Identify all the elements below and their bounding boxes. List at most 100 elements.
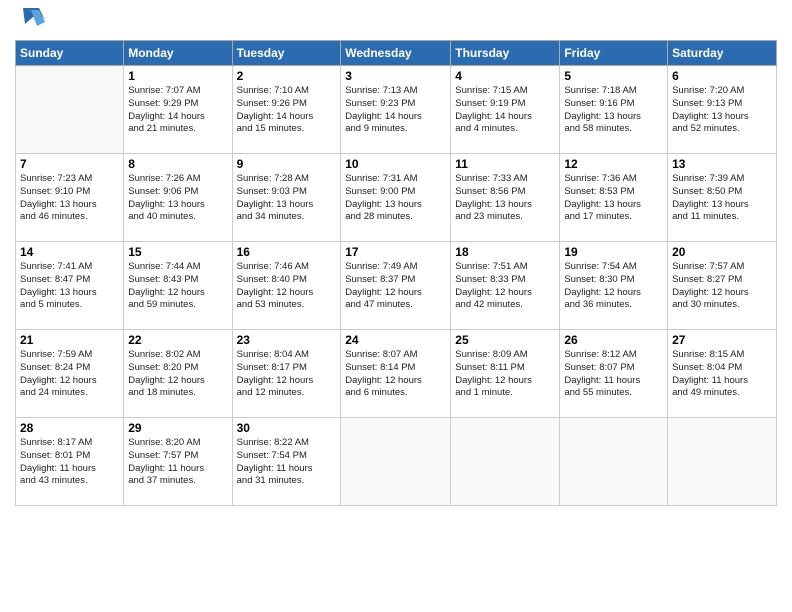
day-number: 11	[455, 157, 555, 171]
day-number: 18	[455, 245, 555, 259]
week-row-2: 7 Sunrise: 7:23 AM Sunset: 9:10 PM Daylig…	[16, 154, 777, 242]
day-info: Sunrise: 8:20 AM Sunset: 7:57 PM Dayligh…	[128, 437, 227, 488]
day-info: Sunrise: 8:15 AM Sunset: 8:04 PM Dayligh…	[672, 349, 772, 400]
day-cell: 22 Sunrise: 8:02 AM Sunset: 8:20 PM Dayli…	[124, 330, 232, 418]
week-row-4: 21 Sunrise: 7:59 AM Sunset: 8:24 PM Dayli…	[16, 330, 777, 418]
day-cell: 7 Sunrise: 7:23 AM Sunset: 9:10 PM Daylig…	[16, 154, 124, 242]
page-header	[15, 10, 777, 32]
day-number: 27	[672, 333, 772, 347]
calendar-header-row: SundayMondayTuesdayWednesdayThursdayFrid…	[16, 41, 777, 66]
day-info: Sunrise: 7:54 AM Sunset: 8:30 PM Dayligh…	[564, 261, 663, 312]
day-number: 21	[20, 333, 119, 347]
day-cell: 8 Sunrise: 7:26 AM Sunset: 9:06 PM Daylig…	[124, 154, 232, 242]
day-cell: 25Sunrise: 8:09 AM Sunset: 8:11 PM Dayli…	[451, 330, 560, 418]
day-info: Sunrise: 7:31 AM Sunset: 9:00 PM Dayligh…	[345, 173, 446, 224]
day-number: 29	[128, 421, 227, 435]
day-cell: 2 Sunrise: 7:10 AM Sunset: 9:26 PM Daylig…	[232, 66, 341, 154]
day-header-thursday: Thursday	[451, 41, 560, 66]
day-cell	[668, 418, 777, 506]
day-info: Sunrise: 7:13 AM Sunset: 9:23 PM Dayligh…	[345, 85, 446, 136]
day-number: 13	[672, 157, 772, 171]
day-info: Sunrise: 7:33 AM Sunset: 8:56 PM Dayligh…	[455, 173, 555, 224]
day-number: 24	[345, 333, 446, 347]
day-info: Sunrise: 7:18 AM Sunset: 9:16 PM Dayligh…	[564, 85, 663, 136]
day-number: 9	[237, 157, 337, 171]
day-cell: 28 Sunrise: 8:17 AM Sunset: 8:01 PM Dayli…	[16, 418, 124, 506]
day-header-saturday: Saturday	[668, 41, 777, 66]
day-number: 4	[455, 69, 555, 83]
day-cell: 21 Sunrise: 7:59 AM Sunset: 8:24 PM Dayli…	[16, 330, 124, 418]
day-cell: 9Sunrise: 7:28 AM Sunset: 9:03 PM Daylig…	[232, 154, 341, 242]
day-info: Sunrise: 7:41 AM Sunset: 8:47 PM Dayligh…	[20, 261, 119, 312]
day-cell: 15 Sunrise: 7:44 AM Sunset: 8:43 PM Dayli…	[124, 242, 232, 330]
day-number: 7	[20, 157, 119, 171]
day-cell	[560, 418, 668, 506]
day-number: 1	[128, 69, 227, 83]
day-info: Sunrise: 7:23 AM Sunset: 9:10 PM Dayligh…	[20, 173, 119, 224]
day-info: Sunrise: 8:17 AM Sunset: 8:01 PM Dayligh…	[20, 437, 119, 488]
day-header-friday: Friday	[560, 41, 668, 66]
day-cell: 19 Sunrise: 7:54 AM Sunset: 8:30 PM Dayli…	[560, 242, 668, 330]
day-cell: 20Sunrise: 7:57 AM Sunset: 8:27 PM Dayli…	[668, 242, 777, 330]
day-header-tuesday: Tuesday	[232, 41, 341, 66]
day-number: 23	[237, 333, 337, 347]
calendar: SundayMondayTuesdayWednesdayThursdayFrid…	[15, 40, 777, 506]
day-info: Sunrise: 7:10 AM Sunset: 9:26 PM Dayligh…	[237, 85, 337, 136]
day-cell	[341, 418, 451, 506]
day-number: 5	[564, 69, 663, 83]
day-info: Sunrise: 7:20 AM Sunset: 9:13 PM Dayligh…	[672, 85, 772, 136]
day-cell: 27 Sunrise: 8:15 AM Sunset: 8:04 PM Dayli…	[668, 330, 777, 418]
day-cell: 13 Sunrise: 7:39 AM Sunset: 8:50 PM Dayli…	[668, 154, 777, 242]
day-info: Sunrise: 8:02 AM Sunset: 8:20 PM Dayligh…	[128, 349, 227, 400]
day-number: 16	[237, 245, 337, 259]
day-info: Sunrise: 8:22 AM Sunset: 7:54 PM Dayligh…	[237, 437, 337, 488]
day-cell: 26 Sunrise: 8:12 AM Sunset: 8:07 PM Dayli…	[560, 330, 668, 418]
day-info: Sunrise: 7:44 AM Sunset: 8:43 PM Dayligh…	[128, 261, 227, 312]
day-number: 19	[564, 245, 663, 259]
logo	[15, 10, 47, 32]
day-info: Sunrise: 8:12 AM Sunset: 8:07 PM Dayligh…	[564, 349, 663, 400]
day-number: 17	[345, 245, 446, 259]
day-cell: 16 Sunrise: 7:46 AM Sunset: 8:40 PM Dayli…	[232, 242, 341, 330]
week-row-5: 28 Sunrise: 8:17 AM Sunset: 8:01 PM Dayli…	[16, 418, 777, 506]
day-number: 22	[128, 333, 227, 347]
day-cell: 12Sunrise: 7:36 AM Sunset: 8:53 PM Dayli…	[560, 154, 668, 242]
day-cell	[451, 418, 560, 506]
day-info: Sunrise: 8:04 AM Sunset: 8:17 PM Dayligh…	[237, 349, 337, 400]
day-cell: 10 Sunrise: 7:31 AM Sunset: 9:00 PM Dayli…	[341, 154, 451, 242]
day-info: Sunrise: 7:26 AM Sunset: 9:06 PM Dayligh…	[128, 173, 227, 224]
day-number: 3	[345, 69, 446, 83]
day-info: Sunrise: 7:15 AM Sunset: 9:19 PM Dayligh…	[455, 85, 555, 136]
day-cell	[16, 66, 124, 154]
day-cell: 30 Sunrise: 8:22 AM Sunset: 7:54 PM Dayli…	[232, 418, 341, 506]
day-number: 6	[672, 69, 772, 83]
day-header-sunday: Sunday	[16, 41, 124, 66]
day-number: 2	[237, 69, 337, 83]
week-row-1: 1Sunrise: 7:07 AM Sunset: 9:29 PM Daylig…	[16, 66, 777, 154]
day-number: 25	[455, 333, 555, 347]
day-number: 8	[128, 157, 227, 171]
day-number: 15	[128, 245, 227, 259]
day-cell: 14Sunrise: 7:41 AM Sunset: 8:47 PM Dayli…	[16, 242, 124, 330]
day-number: 30	[237, 421, 337, 435]
day-cell: 1Sunrise: 7:07 AM Sunset: 9:29 PM Daylig…	[124, 66, 232, 154]
day-info: Sunrise: 7:59 AM Sunset: 8:24 PM Dayligh…	[20, 349, 119, 400]
day-number: 10	[345, 157, 446, 171]
day-info: Sunrise: 7:39 AM Sunset: 8:50 PM Dayligh…	[672, 173, 772, 224]
day-cell: 24Sunrise: 8:07 AM Sunset: 8:14 PM Dayli…	[341, 330, 451, 418]
day-cell: 5 Sunrise: 7:18 AM Sunset: 9:16 PM Daylig…	[560, 66, 668, 154]
day-info: Sunrise: 7:49 AM Sunset: 8:37 PM Dayligh…	[345, 261, 446, 312]
day-header-monday: Monday	[124, 41, 232, 66]
logo-icon	[17, 2, 47, 32]
day-cell: 4 Sunrise: 7:15 AM Sunset: 9:19 PM Daylig…	[451, 66, 560, 154]
day-number: 20	[672, 245, 772, 259]
day-info: Sunrise: 7:36 AM Sunset: 8:53 PM Dayligh…	[564, 173, 663, 224]
day-number: 28	[20, 421, 119, 435]
day-info: Sunrise: 7:46 AM Sunset: 8:40 PM Dayligh…	[237, 261, 337, 312]
day-cell: 23 Sunrise: 8:04 AM Sunset: 8:17 PM Dayli…	[232, 330, 341, 418]
day-cell: 18 Sunrise: 7:51 AM Sunset: 8:33 PM Dayli…	[451, 242, 560, 330]
day-info: Sunrise: 7:51 AM Sunset: 8:33 PM Dayligh…	[455, 261, 555, 312]
day-cell: 17 Sunrise: 7:49 AM Sunset: 8:37 PM Dayli…	[341, 242, 451, 330]
day-number: 26	[564, 333, 663, 347]
day-cell: 29 Sunrise: 8:20 AM Sunset: 7:57 PM Dayli…	[124, 418, 232, 506]
